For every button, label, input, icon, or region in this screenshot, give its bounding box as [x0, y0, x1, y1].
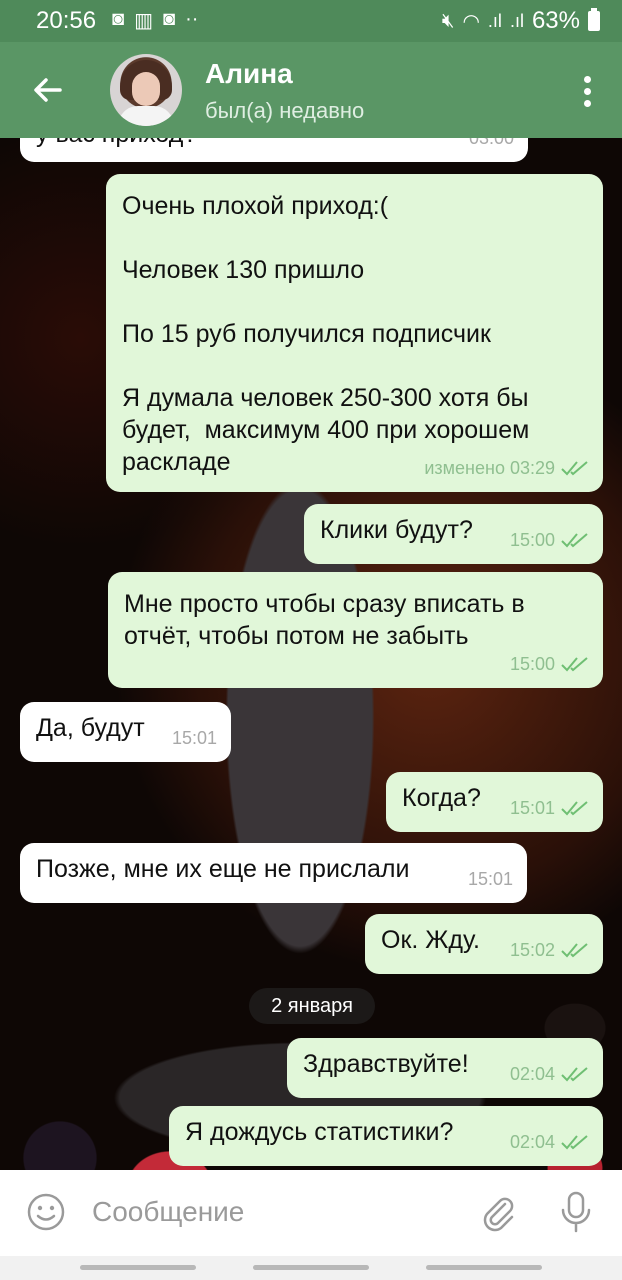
- signal-icon: .ıl: [487, 10, 502, 31]
- system-nav-bar: [0, 1256, 622, 1280]
- double-check-icon: [561, 1067, 588, 1082]
- message-time: 15:01: [171, 728, 217, 748]
- app-icon: ▥: [134, 10, 153, 32]
- nav-back-button[interactable]: [426, 1265, 542, 1270]
- double-check-icon: [561, 657, 588, 672]
- battery-icon: [588, 8, 600, 31]
- message-time: 15:01: [509, 798, 555, 818]
- message-bubble[interactable]: у вас приход? 03:00: [20, 138, 528, 162]
- more-menu-icon[interactable]: [584, 76, 592, 107]
- message-input[interactable]: Сообщение: [92, 1196, 244, 1228]
- attach-icon[interactable]: [478, 1192, 518, 1232]
- message-time: 15:00: [509, 654, 555, 674]
- contact-name[interactable]: Алина: [205, 58, 293, 90]
- message-bubble[interactable]: Клики будут? 15:00: [304, 504, 603, 564]
- more-dots-icon: ··: [185, 8, 199, 30]
- message-text: Очень плохой приход:( Человек 130 пришло…: [122, 192, 530, 476]
- signal-icon: .ıl: [509, 10, 524, 31]
- wifi-icon: ◠: [462, 10, 480, 33]
- instagram-icon: ◙: [112, 8, 125, 30]
- message-bubble[interactable]: Когда? 15:01: [386, 772, 603, 832]
- double-check-icon: [561, 1135, 588, 1150]
- contact-status: был(а) недавно: [205, 98, 365, 123]
- message-text: Позже, мне их еще не прислали: [36, 855, 410, 883]
- chat-area[interactable]: у вас приход? 03:00 Очень плохой приход:…: [0, 138, 622, 1170]
- notification-icons: ◙ ▥ ◙ ··: [112, 8, 198, 33]
- double-check-icon: [561, 461, 588, 476]
- emoji-icon[interactable]: [26, 1192, 66, 1232]
- message-bubble[interactable]: Да, будут 15:01: [20, 702, 231, 762]
- message-time: 02:04: [509, 1132, 555, 1152]
- avatar[interactable]: [110, 54, 182, 126]
- message-time: 15:00: [509, 530, 555, 550]
- message-time: 02:04: [509, 1064, 555, 1084]
- battery-level: 63%: [531, 7, 580, 34]
- message-time: 15:01: [467, 869, 513, 889]
- back-arrow-icon[interactable]: [28, 70, 68, 110]
- nav-recent-button[interactable]: [80, 1265, 196, 1270]
- double-check-icon: [561, 533, 588, 548]
- message-bubble[interactable]: Мне просто чтобы сразу вписать в отчёт, …: [108, 572, 603, 688]
- chat-header: Алина был(а) недавно: [0, 42, 622, 138]
- nav-home-button[interactable]: [253, 1265, 369, 1270]
- message-bubble[interactable]: Здравствуйте! 02:04: [287, 1038, 603, 1098]
- message-time: изменено 03:29: [424, 458, 555, 478]
- message-input-bar: Сообщение: [0, 1170, 622, 1256]
- message-text: Мне просто чтобы сразу вписать в отчёт, …: [124, 590, 532, 650]
- status-bar: 20:56 ◙ ▥ ◙ ·· 🔇︎ ◠ .ıl .ıl 63%: [0, 0, 622, 42]
- message-bubble[interactable]: Очень плохой приход:( Человек 130 пришло…: [106, 174, 603, 492]
- double-check-icon: [561, 943, 588, 958]
- system-icons: 🔇︎ ◠ .ıl .ıl 63%: [442, 7, 600, 35]
- microphone-icon[interactable]: [558, 1190, 594, 1234]
- message-bubble[interactable]: Я дождусь статистики? 02:04: [169, 1106, 603, 1166]
- date-separator: 2 января: [249, 988, 375, 1024]
- message-time: 03:00: [468, 138, 514, 148]
- instagram-icon: ◙: [163, 8, 176, 30]
- message-text: у вас приход?: [36, 138, 512, 150]
- mute-icon: 🔇︎: [441, 9, 455, 32]
- message-bubble[interactable]: Позже, мне их еще не прислали 15:01: [20, 843, 527, 903]
- double-check-icon: [561, 801, 588, 816]
- message-time: 15:02: [509, 940, 555, 960]
- status-time: 20:56: [36, 7, 97, 34]
- message-bubble[interactable]: Ок. Жду. 15:02: [365, 914, 603, 974]
